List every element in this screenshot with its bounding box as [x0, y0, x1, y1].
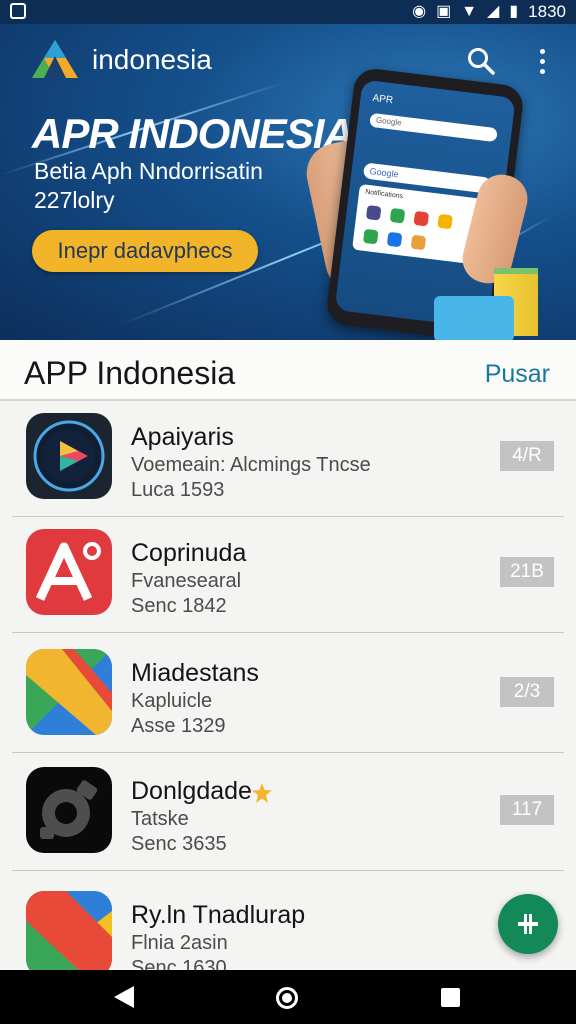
app-badge[interactable]: 21B [500, 557, 554, 587]
signal-icon: ◢ [487, 3, 500, 20]
app-dot-icon [413, 210, 430, 227]
search-icon[interactable] [466, 46, 496, 76]
app-dot-icon [410, 234, 427, 251]
alarm-icon: ◉ [412, 3, 427, 20]
phone-search-bar: Google [369, 112, 498, 143]
app-description: Fvanesearal [131, 570, 242, 592]
list-item[interactable]: Coprinuda Fvanesearal Senc 1842 21B [0, 517, 576, 633]
divider [12, 752, 564, 753]
app-name: Apaiyaris [131, 423, 234, 451]
app-badge[interactable]: 4/R [500, 441, 554, 471]
list-item[interactable]: Ry.ln Tnadlurap Flnia 2asin Senc 1630 [0, 879, 576, 970]
app-meta: Senc 3635 [131, 833, 227, 855]
app-name: Ry.ln Tnadlurap [131, 901, 306, 929]
battery-icon: ▮ [509, 3, 519, 20]
app-list: Apaiyaris Voemeain: Alcmings Tncse Luca … [0, 401, 576, 970]
hero-cta-button[interactable]: Inepr dadavphecs [32, 230, 258, 272]
status-time: 1830 [528, 2, 566, 21]
status-bar: ◉ ▣ ▼ ◢ ▮ 1830 [0, 0, 576, 24]
section-header: APP Indonesia Pusar [0, 340, 576, 400]
play-store-app-icon [26, 891, 112, 970]
phone-screen-title: APR [371, 92, 394, 107]
status-icons: ◉ ▣ ▼ ◢ ▮ 1830 [412, 0, 566, 24]
phone-card-label: Notifications [364, 188, 404, 201]
app-logo-icon [32, 40, 78, 78]
floating-action-button[interactable] [498, 894, 558, 954]
section-title: APP Indonesia [24, 355, 236, 391]
letter-a-app-icon [26, 529, 112, 615]
hero-subtitle-secondary: 227lolry [34, 187, 115, 213]
app-name: Donlgdade [131, 777, 252, 805]
vibrate-icon: ▣ [436, 3, 452, 20]
app-dot-icon [386, 231, 403, 248]
settings-app-icon [26, 767, 112, 853]
app-dot-icon [365, 205, 382, 221]
app-name: Coprinuda [131, 539, 247, 567]
list-item[interactable]: Miadestans Kapluicle Asse 1329 2/3 [0, 637, 576, 753]
floating-card-illustration [434, 296, 514, 340]
divider [12, 870, 564, 871]
see-all-link[interactable]: Pusar [485, 360, 550, 389]
star-badge-icon [252, 783, 272, 803]
app-badge[interactable]: 117 [500, 795, 554, 825]
hero-title: APR INDONESIA [32, 110, 354, 157]
app-dot-icon [362, 228, 379, 245]
maps-app-icon [26, 649, 112, 735]
app-description: Voemeain: Alcmings Tncse [131, 454, 371, 476]
divider [12, 632, 564, 633]
app-dot-icon [437, 213, 453, 230]
app-name: Miadestans [131, 659, 259, 687]
home-icon[interactable] [276, 987, 298, 1009]
app-dot-icon [389, 207, 406, 224]
app-meta: Senc 1842 [131, 595, 227, 617]
app-meta: Senc 1630 [131, 957, 227, 970]
navigation-bar [0, 970, 576, 1024]
media-player-app-icon [26, 413, 112, 499]
app-meta: Luca 1593 [131, 479, 225, 501]
app-meta: Asse 1329 [131, 715, 226, 737]
list-item[interactable]: Donlgdade Tatske Senc 3635 117 [0, 755, 576, 871]
app-title: indonesia [92, 44, 212, 75]
notification-icon [10, 3, 26, 19]
app-badge[interactable]: 2/3 [500, 677, 554, 707]
list-item[interactable]: Apaiyaris Voemeain: Alcmings Tncse Luca … [0, 401, 576, 517]
app-description: Tatske [131, 808, 189, 830]
hero-banner[interactable]: indonesia APR INDONESIA Betia Aph Nndorr… [0, 24, 576, 340]
more-options-icon[interactable] [530, 44, 554, 78]
grid-icon [518, 914, 538, 934]
hero-subtitle: Betia Aph Nndorrisatin [34, 158, 263, 184]
wifi-icon: ▼ [461, 3, 478, 20]
app-description: Kapluicle [131, 690, 213, 712]
back-icon[interactable] [114, 986, 134, 1008]
recent-apps-icon[interactable] [441, 988, 460, 1007]
app-description: Flnia 2asin [131, 932, 228, 954]
